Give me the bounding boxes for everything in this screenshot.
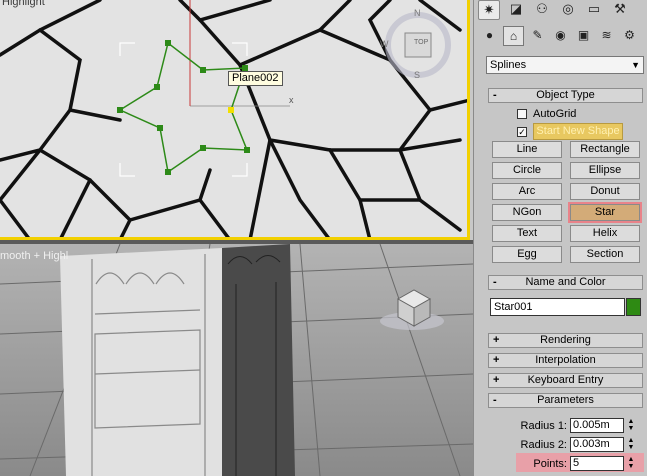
radius1-field[interactable]: 0.005m [570, 418, 624, 433]
collapse-icon: - [493, 394, 497, 406]
rollout-title: Parameters [537, 394, 594, 406]
points-field[interactable]: 5 [570, 456, 624, 471]
start-new-shape-checkbox[interactable]: ✓ [517, 126, 527, 137]
modify-icon[interactable]: ◪ [506, 0, 526, 18]
autogrid-checkbox[interactable] [517, 109, 527, 119]
chevron-down-icon: ▼ [631, 60, 640, 70]
shape-type-dropdown[interactable]: Splines ▼ [486, 56, 644, 74]
panel-tabs: ✷ ◪ ⚇ ◎ ▭ ⚒ [478, 0, 630, 20]
expand-icon: + [493, 374, 500, 386]
hierarchy-icon[interactable]: ⚇ [532, 0, 552, 18]
perspective-viewport[interactable]: mooth + Highl [0, 244, 473, 476]
helix-button[interactable]: Helix [570, 225, 640, 242]
rollout-title: Name and Color [525, 276, 606, 288]
compass-s-label: S [414, 70, 421, 80]
category-bar: ● ⌂ ✎ ◉ ▣ ≋ ⚙ [480, 26, 639, 46]
star-spline [118, 41, 249, 174]
column-shadow-face [222, 244, 295, 476]
top-viewport[interactable]: Highlight Plane002 x TOP N W S [0, 0, 470, 240]
radius2-spinner-icon[interactable]: ▲ ▼ [626, 437, 636, 452]
start-new-shape-button[interactable]: Start New Shape [533, 123, 623, 140]
rollout-title: Rendering [540, 334, 591, 346]
viewport-label[interactable]: Highlight [2, 0, 45, 8]
geometry-icon[interactable]: ● [480, 26, 499, 44]
viewcube-top-label[interactable]: TOP [414, 39, 428, 46]
start-new-shape-row: ✓ Start New Shape [517, 123, 623, 140]
top-viewport-canvas [0, 0, 467, 237]
shapes-icon[interactable]: ⌂ [503, 26, 524, 46]
gizmo-x-label: x [289, 95, 294, 105]
rollout-title: Object Type [536, 89, 595, 101]
collapse-icon: - [493, 276, 497, 288]
radius1-label: Radius 1: [520, 420, 567, 432]
ellipse-button[interactable]: Ellipse [570, 162, 640, 179]
display-icon[interactable]: ▭ [584, 0, 604, 18]
object-color-swatch[interactable] [626, 298, 641, 316]
line-button[interactable]: Line [492, 141, 562, 158]
arc-button[interactable]: Arc [492, 183, 562, 200]
motion-icon[interactable]: ◎ [558, 0, 578, 18]
dropdown-value: Splines [490, 59, 527, 71]
keyboard-entry-rollout-header[interactable]: + Keyboard Entry [488, 373, 643, 388]
circle-button[interactable]: Circle [492, 162, 562, 179]
expand-icon: + [493, 354, 500, 366]
radius2-label: Radius 2: [520, 439, 567, 451]
text-button[interactable]: Text [492, 225, 562, 242]
donut-button[interactable]: Donut [570, 183, 640, 200]
create-icon[interactable]: ✷ [478, 0, 500, 20]
radius1-spinner-icon[interactable]: ▲ ▼ [626, 418, 636, 433]
object-name-field[interactable]: Star001 [490, 298, 625, 316]
rollout-title: Keyboard Entry [527, 374, 604, 386]
utilities-icon[interactable]: ⚒ [610, 0, 630, 18]
radius2-field[interactable]: 0.003m [570, 437, 624, 452]
interpolation-rollout-header[interactable]: + Interpolation [488, 353, 643, 368]
rectangle-button[interactable]: Rectangle [570, 141, 640, 158]
star-button[interactable]: Star [568, 202, 642, 223]
systems-icon[interactable]: ⚙ [620, 26, 639, 44]
viewport-label[interactable]: mooth + Highl [0, 250, 68, 262]
autogrid-row: AutoGrid [517, 108, 576, 120]
object-tooltip: Plane002 [228, 71, 283, 86]
ngon-button[interactable]: NGon [492, 204, 562, 221]
name-color-rollout-header[interactable]: - Name and Color [488, 275, 643, 290]
autogrid-label: AutoGrid [533, 108, 577, 120]
perspective-canvas [0, 244, 473, 476]
column-front-face [60, 248, 222, 476]
rendering-rollout-header[interactable]: + Rendering [488, 333, 643, 348]
cameras-icon[interactable]: ◉ [551, 26, 570, 44]
command-panel: ✷ ◪ ⚇ ◎ ▭ ⚒ ● ⌂ ✎ ◉ ▣ ≋ ⚙ Splines ▼ - Ob… [473, 0, 647, 476]
collapse-icon: - [493, 89, 497, 101]
points-label: Points: [533, 458, 567, 470]
spacewarps-icon[interactable]: ≋ [597, 26, 616, 44]
section-button[interactable]: Section [570, 246, 640, 263]
points-spinner-icon[interactable]: ▲ ▼ [626, 456, 636, 471]
compass-w-label: W [380, 39, 389, 49]
rollout-title: Interpolation [535, 354, 596, 366]
lights-icon[interactable]: ✎ [528, 26, 547, 44]
expand-icon: + [493, 334, 500, 346]
parameters-rollout-header[interactable]: - Parameters [488, 393, 643, 408]
selection-brackets [119, 42, 248, 177]
helpers-icon[interactable]: ▣ [574, 26, 593, 44]
compass-n-label: N [414, 8, 421, 18]
object-type-rollout-header[interactable]: - Object Type [488, 88, 643, 103]
egg-button[interactable]: Egg [492, 246, 562, 263]
